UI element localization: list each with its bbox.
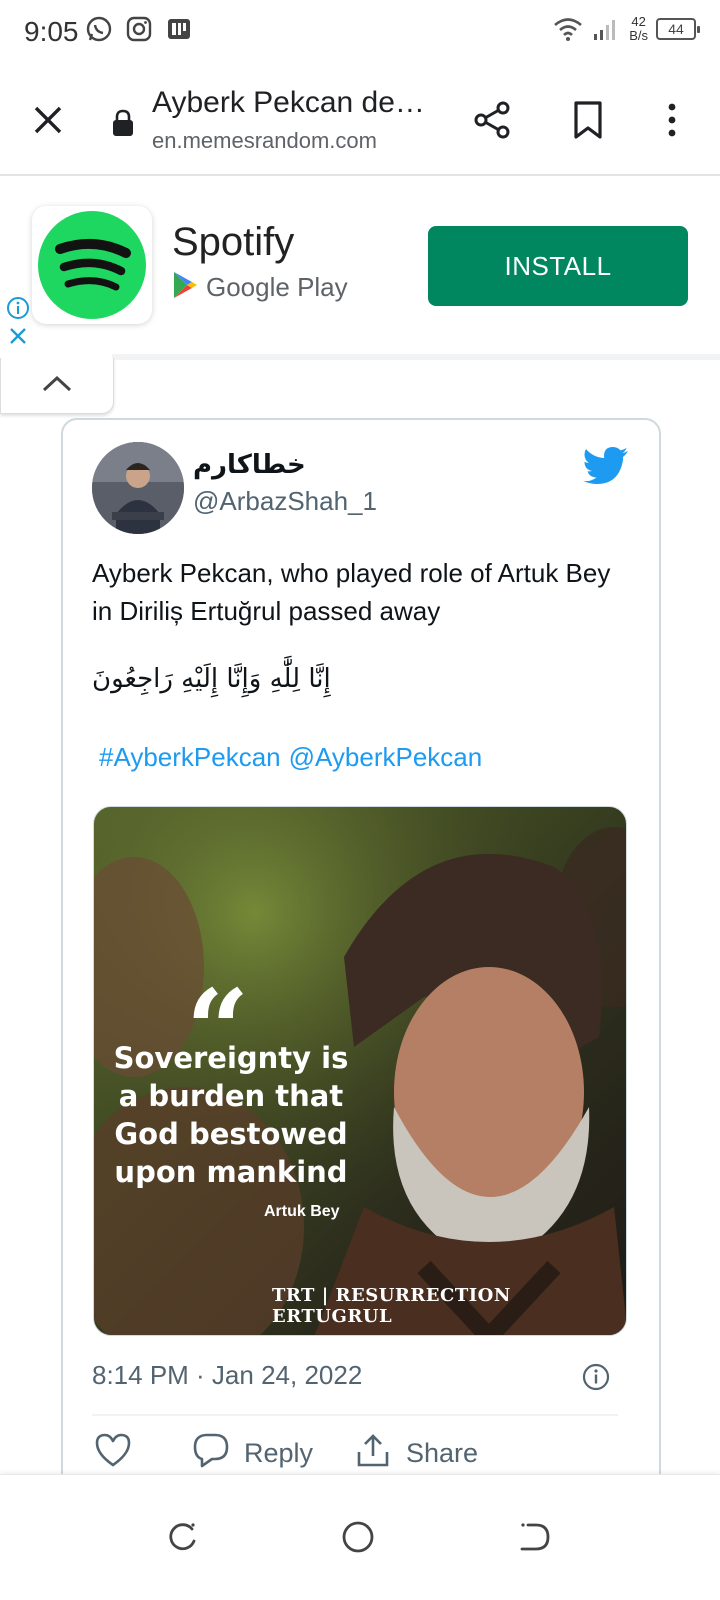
- signal-icon: [591, 14, 621, 44]
- ad-info-icon[interactable]: [6, 296, 30, 320]
- spotify-app-icon[interactable]: [32, 206, 152, 324]
- close-icon[interactable]: [26, 98, 70, 142]
- battery-icon: 44: [656, 18, 700, 40]
- install-button[interactable]: INSTALL: [428, 226, 688, 306]
- divider: [92, 1414, 618, 1416]
- spotify-logo: [38, 211, 146, 319]
- heart-icon: [94, 1432, 132, 1475]
- share-label: Share: [406, 1438, 479, 1468]
- media-author: Artuk Bey: [264, 1203, 340, 1220]
- media-logo: TRT | RESURRECTION ERTUGRUL: [272, 1285, 511, 1327]
- tweet-arabic-text: إِنَّا لِلَّٰهِ وَإِنَّا إِلَيْهِ رَاجِع…: [92, 664, 331, 694]
- page-title[interactable]: Ayberk Pekcan de…: [152, 86, 432, 120]
- hashtag-link[interactable]: #AyberkPekcan: [99, 742, 281, 773]
- notification-icons: [84, 14, 194, 44]
- ad-store: Google Play: [172, 270, 348, 305]
- reply-icon: [192, 1432, 230, 1475]
- network-speed-value: 42: [631, 14, 646, 29]
- system-nav-bar: [0, 1474, 720, 1600]
- more-vert-icon[interactable]: [650, 98, 694, 142]
- status-time: 9:05: [24, 16, 79, 47]
- reply-button[interactable]: Reply: [192, 1432, 313, 1475]
- ad-store-label: Google Play: [206, 272, 348, 302]
- tweet-tags: #AyberkPekcan @AyberkPekcan: [99, 742, 482, 773]
- collapse-ad-button[interactable]: [0, 358, 114, 414]
- back-button[interactable]: [514, 1517, 554, 1557]
- avatar[interactable]: [92, 442, 184, 534]
- wifi-icon: [553, 14, 583, 44]
- tweet-text: Ayberk Pekcan, who played role of Artuk …: [92, 558, 611, 626]
- whatsapp-icon: [84, 14, 114, 44]
- instagram-icon: [124, 14, 154, 44]
- ad-app-name[interactable]: Spotify: [172, 220, 294, 265]
- recent-apps-button[interactable]: [162, 1517, 202, 1557]
- tweet-card[interactable]: خطاکارم @ArbazShah_1 Ayberk Pekcan, who …: [61, 418, 661, 1532]
- tweet-handle[interactable]: @ArbazShah_1: [193, 486, 377, 517]
- ad-close-icon[interactable]: [6, 324, 30, 348]
- tweet-timestamp[interactable]: 8:14 PM · Jan 24, 2022: [92, 1360, 362, 1391]
- share-icon[interactable]: [470, 98, 514, 142]
- like-button[interactable]: [94, 1432, 132, 1475]
- reply-label: Reply: [244, 1438, 314, 1468]
- upload-share-icon: [354, 1432, 392, 1475]
- network-speed-unit: B/s: [629, 28, 648, 43]
- home-button[interactable]: [338, 1517, 378, 1557]
- tweet-display-name[interactable]: خطاکارم: [193, 450, 306, 480]
- lock-icon[interactable]: [110, 108, 136, 138]
- news-icon: [164, 14, 194, 44]
- info-icon[interactable]: [581, 1362, 611, 1392]
- mention-link[interactable]: @AyberkPekcan: [289, 742, 483, 773]
- google-play-icon: [172, 270, 198, 305]
- bookmark-icon[interactable]: [566, 98, 610, 142]
- ad-divider: [112, 354, 720, 360]
- twitter-bird-icon[interactable]: [583, 446, 629, 484]
- status-bar: 9:05 42 B/s 44: [0, 0, 720, 64]
- page-url[interactable]: en.memesrandom.com: [152, 128, 377, 154]
- status-right: 42 B/s 44: [553, 14, 700, 44]
- tweet-media-image[interactable]: “ Sovereignty is a burden that God besto…: [93, 806, 627, 1336]
- share-button[interactable]: Share: [354, 1432, 478, 1475]
- browser-toolbar: Ayberk Pekcan de… en.memesrandom.com: [0, 64, 720, 176]
- network-speed: 42 B/s: [629, 15, 648, 43]
- ad-banner: Spotify Google Play INSTALL: [0, 178, 720, 354]
- chevron-up-icon: [40, 373, 74, 398]
- media-quote: Sovereignty is a burden that God bestowe…: [113, 1041, 349, 1189]
